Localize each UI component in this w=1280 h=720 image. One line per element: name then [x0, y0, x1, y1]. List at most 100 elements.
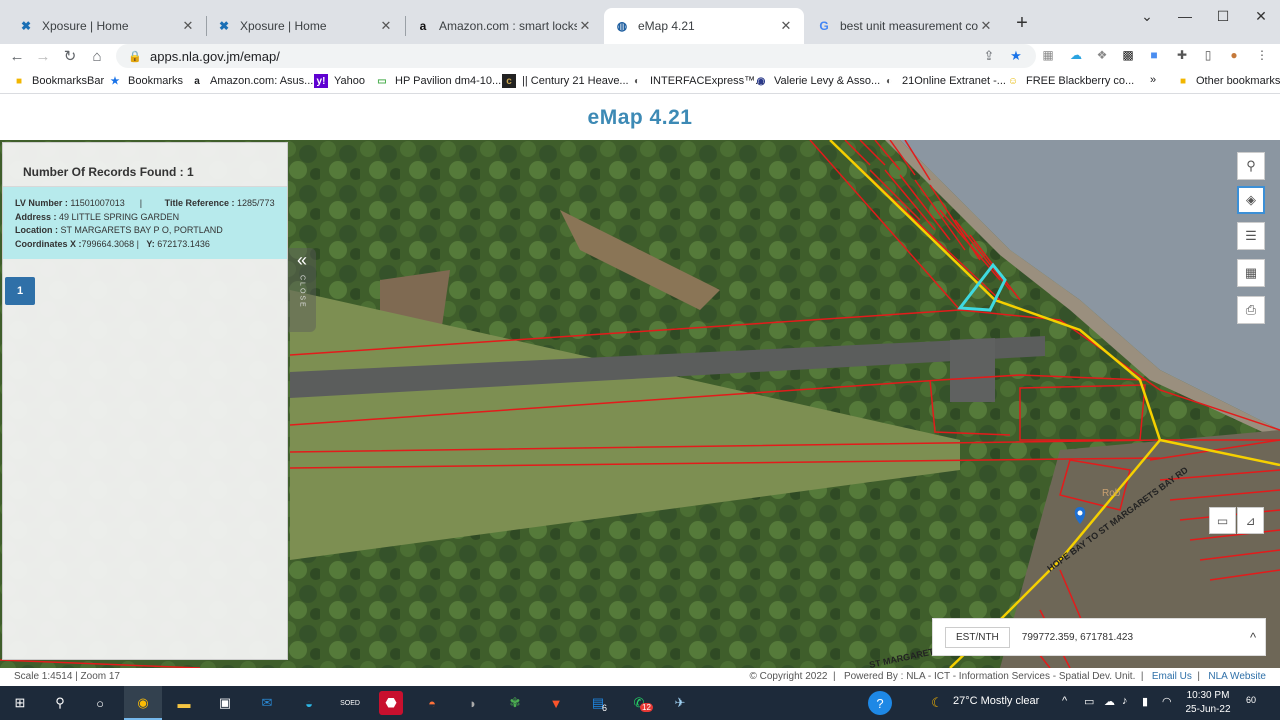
bookmark-item[interactable]: ★ Bookmarks [108, 74, 184, 88]
layers-tool-button[interactable]: ◈ [1237, 186, 1265, 214]
sidebar-icon[interactable]: ▯ [1200, 48, 1216, 64]
page-header: eMap 4.21 [0, 95, 1280, 140]
tab-xposure-2[interactable]: ✖ Xposure | Home ✕ [206, 8, 404, 44]
measure-distance-button[interactable]: ▭ [1209, 507, 1236, 534]
qr-icon: ▦ [1244, 265, 1258, 280]
zoom-extension-icon[interactable]: ■ [1146, 48, 1162, 64]
email-us-link[interactable]: Email Us [1152, 671, 1192, 682]
tab-title: Amazon.com : smart locks for fro [439, 19, 577, 33]
close-icon[interactable]: ✕ [577, 18, 593, 34]
help-icon[interactable]: ? [868, 691, 892, 715]
forward-button[interactable]: → [32, 46, 54, 68]
maximize-button[interactable]: ☐ [1204, 8, 1242, 25]
bookmark-star-icon[interactable]: ★ [1008, 48, 1024, 64]
avatar[interactable]: ● [1226, 48, 1242, 64]
google-icon: G [819, 19, 829, 33]
est-nth-button[interactable]: EST/NTH [945, 626, 1010, 648]
app-feather-icon[interactable]: ✈ [668, 691, 692, 715]
bookmark-item[interactable]: ■ BookmarksBar [12, 74, 104, 88]
tab-emap[interactable]: ◍ eMap 4.21 ✕ [604, 8, 804, 44]
record-line-address: Address : 49 LITTLE SPRING GARDEN [15, 211, 180, 222]
extension-icon[interactable]: ▦ [1040, 48, 1056, 64]
store-icon[interactable]: ▣ [213, 691, 237, 715]
result-record[interactable]: LV Number : 11501007013 | Title Referenc… [3, 187, 287, 259]
other-bookmarks[interactable]: ■ Other bookmarks [1176, 74, 1280, 88]
double-chevron-left-icon: « [296, 250, 307, 270]
list-tool-button[interactable]: ☰ [1237, 222, 1265, 250]
pinwheel-icon[interactable]: ✾ [503, 691, 527, 715]
bookmark-item[interactable]: c || Century 21 Heave... [502, 74, 629, 88]
windows-start-icon[interactable]: ⊞ [8, 691, 32, 715]
clock[interactable]: 10:30 PM 25-Jun-22 [1176, 689, 1240, 717]
qr-tool-button[interactable]: ▦ [1237, 259, 1265, 287]
chrome-icon[interactable]: ◉ [131, 691, 155, 715]
search-icon[interactable]: ⚲ [48, 691, 72, 715]
xposure-icon: ✖ [218, 19, 230, 33]
speaker-icon[interactable]: ♪ [1122, 695, 1128, 707]
app-icon[interactable]: ◗ [461, 691, 485, 715]
menu-icon[interactable]: ⋮ [1254, 48, 1270, 64]
apron [950, 338, 995, 402]
share-icon[interactable]: ⇪ [981, 48, 997, 64]
onedrive-icon[interactable]: ☁ [1104, 695, 1115, 708]
grid-extension-icon[interactable]: ▩ [1120, 48, 1136, 64]
pagination-page-1[interactable]: 1 [5, 277, 35, 305]
close-icon[interactable]: ✕ [778, 18, 794, 34]
puzzle-icon[interactable]: ✚ [1174, 48, 1190, 64]
cloud-icon[interactable]: ☁ [1068, 48, 1084, 64]
print-tool-button[interactable]: ⎙ [1237, 296, 1265, 324]
weather-text[interactable]: 27°C Mostly clear [953, 695, 1039, 707]
bookmark-item[interactable]: ◐ INTERFACExpress™... [630, 74, 764, 88]
yahoo-icon: y! [314, 74, 328, 88]
chevron-up-icon[interactable]: ^ [1241, 630, 1265, 645]
battery-icon[interactable]: ▮ [1142, 695, 1148, 708]
tray-app-icon[interactable]: ▭ [1084, 695, 1094, 708]
search-icon: ⚲ [1246, 158, 1256, 173]
file-explorer-icon[interactable]: ▬ [172, 691, 196, 715]
brave-icon[interactable]: ▼ [544, 691, 568, 715]
search-tool-button[interactable]: ⚲ [1237, 152, 1265, 180]
notification-badge[interactable]: 60 [1246, 695, 1256, 705]
bookmark-item[interactable]: y! Yahoo [314, 74, 365, 88]
tab-google[interactable]: G best unit measurement converte ✕ [806, 8, 1004, 44]
collapse-panel-button[interactable]: « CLOSE [288, 248, 316, 332]
bookmark-item[interactable]: ◐ 21Online Extranet -... [882, 74, 1006, 88]
tab-xposure-1[interactable]: ✖ Xposure | Home ✕ [8, 8, 206, 44]
nla-website-link[interactable]: NLA Website [1208, 671, 1266, 682]
bookmark-item[interactable]: ☺ FREE Blackberry co... [1006, 74, 1134, 88]
window-close-button[interactable]: ✕ [1242, 8, 1280, 25]
edge-icon[interactable]: ◒ [297, 691, 321, 715]
soed-icon[interactable]: SOED [338, 691, 362, 715]
tab-amazon[interactable]: a Amazon.com : smart locks for fro ✕ [405, 8, 603, 44]
reload-button[interactable]: ↻ [59, 46, 81, 68]
close-icon[interactable]: ✕ [378, 18, 394, 34]
address-bar[interactable]: 🔒 apps.nla.gov.jm/emap/ [116, 44, 1036, 68]
folder-icon: ■ [1179, 75, 1187, 87]
minimize-button[interactable]: — [1166, 8, 1204, 24]
back-button[interactable]: ← [6, 46, 28, 68]
wifi-icon[interactable]: ◠ [1162, 695, 1172, 708]
acrobat-icon[interactable]: ⬣ [379, 691, 403, 715]
lock-icon: 🔒 [128, 50, 142, 63]
outlook-icon[interactable]: ✉ [255, 691, 279, 715]
tray-chevron-icon[interactable]: ^ [1062, 695, 1067, 707]
bookmark-item[interactable]: a Amazon.com: Asus... [190, 74, 313, 88]
globe-icon: ◐ [633, 75, 641, 87]
bookmarks-more-chevron-icon[interactable]: » [1150, 74, 1156, 86]
tab-title: eMap 4.21 [638, 19, 695, 33]
collapse-label: CLOSE [298, 275, 306, 309]
bookmark-item[interactable]: ◉ Valerie Levy & Asso... [754, 74, 881, 88]
new-tab-button[interactable]: + [1010, 12, 1034, 36]
close-icon[interactable]: ✕ [978, 18, 994, 34]
task-view-icon[interactable]: ○ [88, 691, 112, 715]
firefox-icon[interactable]: ◓ [420, 691, 444, 715]
close-icon[interactable]: ✕ [180, 18, 196, 34]
record-line-lv: LV Number : 11501007013 | Title Referenc… [15, 198, 275, 208]
bookmark-item[interactable]: ▭ HP Pavilion dm4-10... [375, 74, 501, 88]
tab-search-chevron-icon[interactable]: ⌄ [1128, 8, 1166, 25]
coordinates-panel: EST/NTH 799772.359, 671781.423 ^ [932, 618, 1266, 656]
coordinates-readout: 799772.359, 671781.423 [1021, 631, 1134, 643]
home-button[interactable]: ⌂ [86, 46, 108, 68]
measure-area-button[interactable]: ⊿ [1237, 507, 1264, 534]
dropbox-icon[interactable]: ❖ [1094, 48, 1110, 64]
